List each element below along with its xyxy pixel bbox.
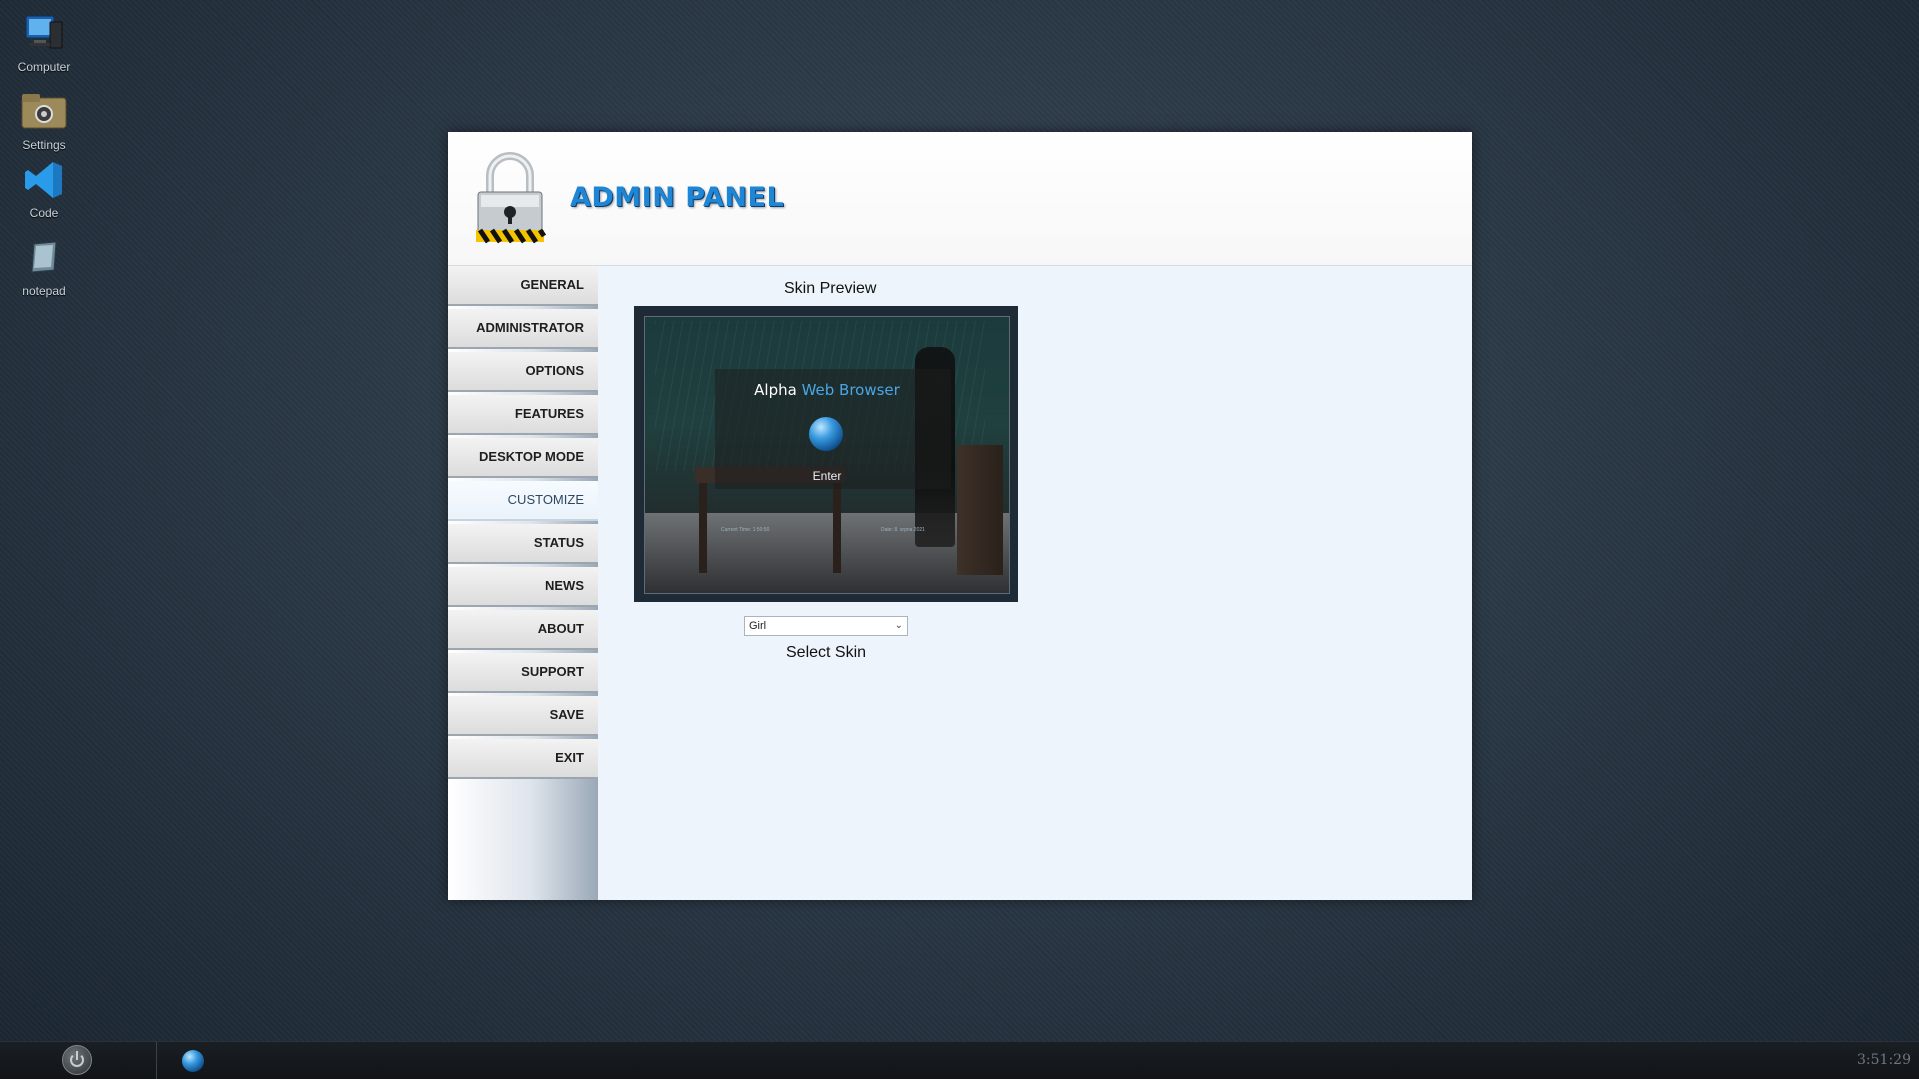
admin-panel-window: ADMIN PANEL GENERAL ADMINISTRATOR OPTION… — [448, 132, 1472, 900]
sidebar-item-exit[interactable]: EXIT — [448, 739, 598, 779]
page-title: ADMIN PANEL — [570, 182, 785, 213]
sidebar-item-about[interactable]: ABOUT — [448, 610, 598, 650]
sidebar-item-desktop-mode[interactable]: DESKTOP MODE — [448, 438, 598, 478]
splash-date: Date: 8. srpna 2021 — [881, 527, 925, 533]
padlock-icon — [472, 150, 548, 250]
select-skin-label: Select Skin — [786, 644, 867, 661]
skin-preview-label: Skin Preview — [784, 280, 877, 297]
sidebar-item-administrator[interactable]: ADMINISTRATOR — [448, 309, 598, 349]
splash-title-part1: Alpha — [754, 381, 797, 399]
sidebar-item-customize[interactable]: CUSTOMIZE — [448, 481, 598, 521]
desk-leg — [833, 483, 841, 573]
skin-preview-image: Alpha Web Browser Enter Current Time: 1:… — [644, 316, 1010, 594]
sidebar-item-features[interactable]: FEATURES — [448, 395, 598, 435]
splash-title: Alpha Web Browser — [645, 381, 1009, 399]
sidebar-item-news[interactable]: NEWS — [448, 567, 598, 607]
globe-icon — [809, 417, 843, 451]
skin-preview: Alpha Web Browser Enter Current Time: 1:… — [634, 306, 1018, 602]
desktop-icon-label: Settings — [22, 138, 66, 152]
splash-time: Current Time: 1:50:50 — [721, 527, 770, 533]
sidebar-item-save[interactable]: SAVE — [448, 696, 598, 736]
desktop-icon-code[interactable]: Code — [8, 158, 80, 220]
splash-title-part2: Web Browser — [801, 381, 900, 399]
cabinet — [957, 445, 1003, 575]
settings-icon — [20, 90, 68, 134]
desk-leg — [699, 483, 707, 573]
customize-panel: Skin Preview Alpha Web Browser Enter Cur… — [598, 266, 1472, 900]
desktop-icon-notepad[interactable]: notepad — [8, 236, 80, 298]
power-icon — [62, 1045, 92, 1075]
desktop-icon-settings[interactable]: Settings — [8, 90, 80, 152]
skin-select-value: Girl — [749, 620, 767, 632]
notepad-icon — [20, 236, 68, 280]
start-button[interactable] — [0, 1042, 157, 1079]
window-header: ADMIN PANEL — [448, 132, 1472, 266]
sidebar-item-general[interactable]: GENERAL — [448, 266, 598, 306]
sidebar-item-status[interactable]: STATUS — [448, 524, 598, 564]
vscode-icon — [20, 158, 68, 202]
sidebar-item-support[interactable]: SUPPORT — [448, 653, 598, 693]
clock: 3:51:29 — [1857, 1052, 1911, 1068]
skin-select[interactable]: Girl ⌄ — [744, 616, 908, 636]
taskbar: 3:51:29 — [0, 1041, 1919, 1079]
desktop-icon-label: notepad — [22, 284, 66, 298]
desktop-icon-computer[interactable]: Computer — [8, 12, 80, 74]
splash-enter-label: Enter — [812, 469, 842, 483]
desktop-icon-label: Code — [29, 206, 59, 220]
sidebar-item-options[interactable]: OPTIONS — [448, 352, 598, 392]
browser-taskbar-icon[interactable] — [182, 1050, 204, 1072]
computer-icon — [20, 12, 68, 56]
chevron-down-icon: ⌄ — [894, 620, 903, 631]
desktop-icon-label: Computer — [17, 60, 71, 74]
sidebar: GENERAL ADMINISTRATOR OPTIONS FEATURES D… — [448, 266, 598, 900]
